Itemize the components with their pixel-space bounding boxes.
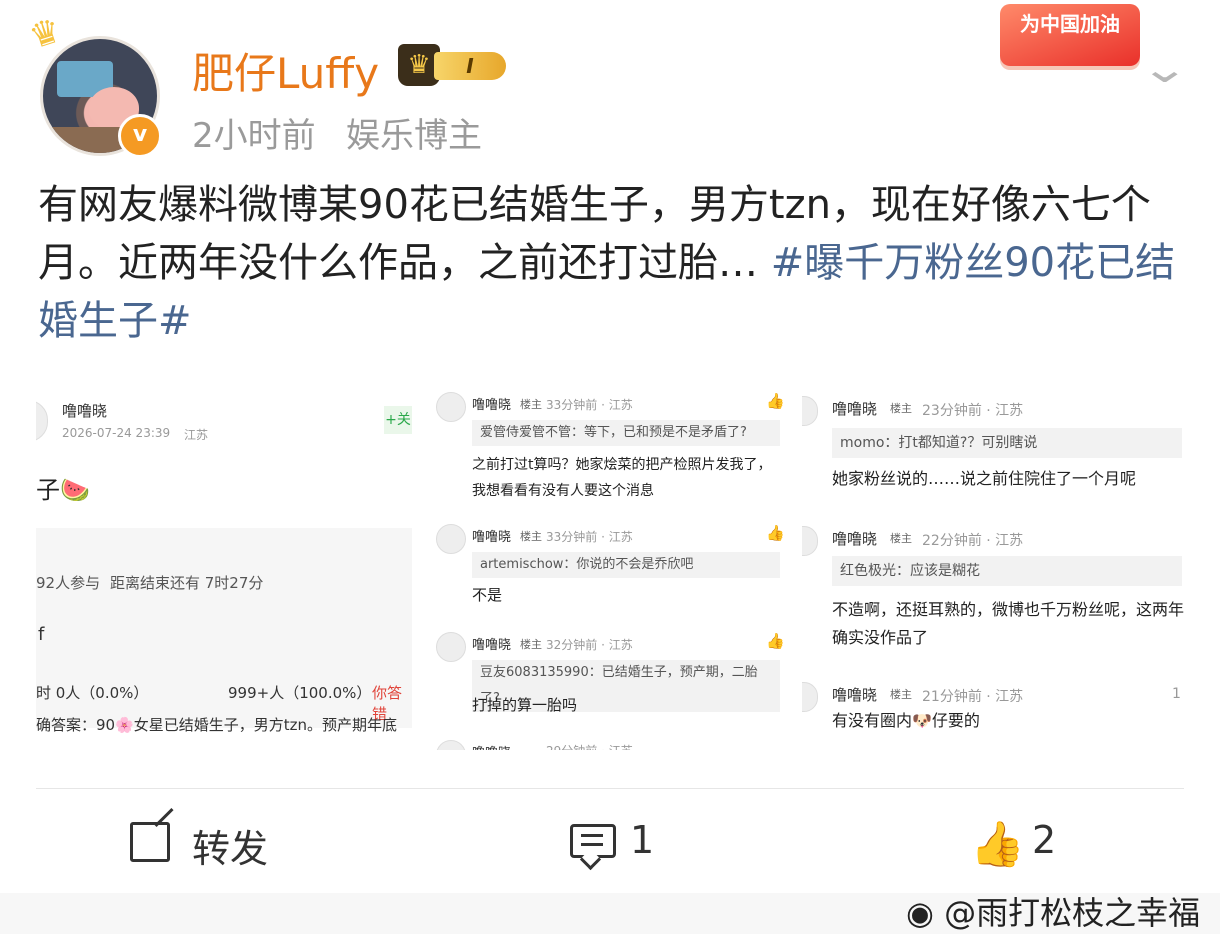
promo-badge[interactable]: 为中国加油: [1000, 4, 1140, 66]
s2-name: 噜噜晓: [472, 398, 512, 413]
s2-name: 噜噜晓: [472, 530, 512, 545]
s3-name: 噜噜晓: [832, 400, 878, 418]
comment-count[interactable]: 1: [630, 818, 654, 862]
s3-avatar: [802, 526, 818, 556]
vip-level: I: [434, 52, 506, 80]
s2-meta: 32分钟前 · 江苏: [546, 638, 633, 652]
s3-avatar: [802, 682, 818, 712]
s3-quote: momo：打t都知道?？可别瞎说: [832, 428, 1182, 458]
s3-owner: 楼主: [890, 532, 912, 545]
chevron-down-icon[interactable]: ⌄: [1140, 46, 1190, 92]
s3-name: 噜噜晓: [832, 686, 878, 704]
repost-icon[interactable]: [130, 822, 170, 862]
verified-icon: v: [118, 114, 162, 158]
s3-body: 她家粉丝说的……说之前住院住了一个月呢: [832, 469, 1137, 488]
s2-meta: 29分钟前 · 江苏: [546, 742, 633, 750]
vip-badge[interactable]: ♛ I: [398, 44, 512, 86]
s2-quote: 爱管侍爱管不管：等下，已和预是不是矛盾了?: [472, 420, 780, 446]
s3-owner: 楼主: [890, 402, 912, 415]
s3-body: 有没有圈内🐶仔要的: [832, 711, 980, 730]
like-icon[interactable]: 👍: [766, 524, 785, 542]
s1-date: 2026-07-24 23:39: [62, 426, 171, 440]
embedded-screenshot-comments-2[interactable]: 噜噜晓 楼主 23分钟前 · 江苏 momo：打t都知道?？可别瞎说 她家粉丝说…: [802, 378, 1186, 750]
s2-avatar: [436, 524, 466, 554]
divider: [36, 788, 1184, 789]
s3-name: 噜噜晓: [832, 530, 878, 548]
s2-owner: 楼主: [520, 638, 542, 651]
like-icon[interactable]: 👍: [766, 392, 785, 410]
s2-body: 不是: [472, 586, 503, 604]
s1-location: 江苏: [184, 428, 209, 442]
s3-avatar: [802, 396, 818, 426]
like-icon[interactable]: 👍: [970, 818, 1025, 870]
s2-body: 之前打过t算吗？她家烩菜的把产检照片发我了，我想看看有没有人要这个消息: [472, 457, 772, 499]
embedded-screenshot-comments-1[interactable]: 噜噜晓 楼主 33分钟前 · 江苏 👍 爱管侍爱管不管：等下，已和预是不是矛盾了…: [424, 378, 796, 750]
watermark-text: @雨打松枝之幸福: [944, 894, 1201, 932]
watermark: ◉ @雨打松枝之幸福: [906, 888, 1200, 934]
s2-avatar: [436, 632, 466, 662]
s2-avatar: [436, 392, 466, 422]
s2-name: 噜噜晓: [472, 638, 512, 653]
weibo-logo-icon: ◉: [906, 894, 934, 932]
embedded-screenshot-vote[interactable]: 噜噜晓 2026-07-24 23:39 江苏 +关 子🍉 92人参与 距离结束…: [36, 378, 412, 750]
s2-owner: 楼主: [520, 530, 542, 543]
s2-quote: artemischow：你说的不会是乔欣吧: [472, 552, 780, 578]
s3-body: 不造啊，还挺耳熟的，微博也千万粉丝呢，这两年确实没作品了: [832, 600, 1185, 647]
s2-meta: 33分钟前 · 江苏: [546, 530, 633, 544]
s3-meta: 23分钟前 · 江苏: [922, 403, 1024, 419]
s1-vote-left: 时 0人（0.0%）: [36, 684, 149, 702]
comment-icon[interactable]: [570, 824, 616, 858]
post-time: 2小时前: [192, 116, 316, 156]
post-text: 有网友爆料微博某90花已结婚生子，男方tzn，现在好像六七个月。近两年没什么作品…: [38, 176, 1188, 350]
s2-owner: 楼主: [520, 398, 542, 411]
s1-name: 噜噜晓: [62, 402, 108, 420]
s1-vote-right: 999+人（100.0%）: [228, 684, 372, 702]
s1-correct-answer: 确答案：90🌸女星已结婚生子，男方tzn。预产期年底: [36, 716, 398, 734]
s3-owner: 楼主: [890, 688, 912, 701]
s1-avatar: [36, 400, 48, 442]
username[interactable]: 肥仔Luffy: [192, 40, 379, 101]
s3-like-count: 1: [1172, 686, 1181, 702]
author-role: 娱乐博主: [346, 116, 482, 156]
s3-meta: 22分钟前 · 江苏: [922, 533, 1024, 549]
s1-participants: 92人参与: [36, 574, 101, 592]
repost-button[interactable]: 转发: [192, 818, 268, 873]
s1-countdown: 距离结束还有 7时27分: [110, 574, 264, 592]
s1-option: f: [38, 624, 45, 645]
s3-meta: 21分钟前 · 江苏: [922, 689, 1024, 705]
s2-name: 噜噜晓: [472, 742, 511, 750]
s2-avatar: [436, 740, 466, 750]
like-count[interactable]: 2: [1032, 818, 1056, 862]
like-icon[interactable]: 👍: [766, 632, 785, 650]
s3-quote: 红色极光：应该是糊花: [832, 556, 1182, 586]
s1-follow-button[interactable]: +关: [384, 406, 412, 434]
s2-body: 打掉的算一胎吗: [472, 696, 578, 714]
s2-meta: 33分钟前 · 江苏: [546, 398, 633, 412]
s1-title: 子🍉: [36, 476, 90, 504]
